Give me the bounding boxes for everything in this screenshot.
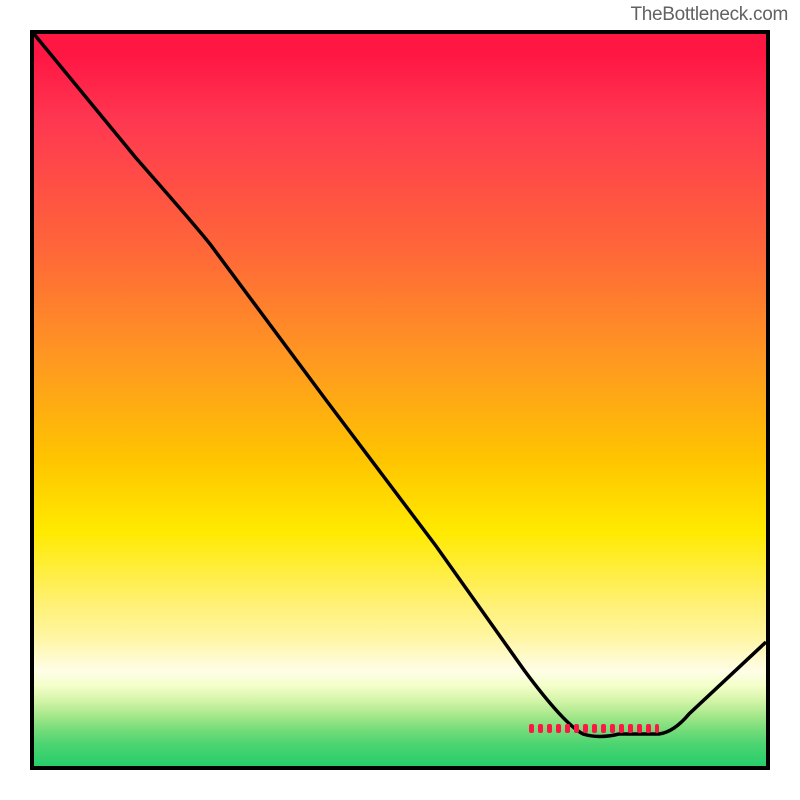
- chart-container: TheBottleneck.com: [0, 0, 800, 800]
- optimal-zone-marker: [529, 724, 659, 733]
- attribution-text: TheBottleneck.com: [630, 4, 788, 26]
- plot-area: [30, 30, 770, 770]
- curve-svg: [34, 34, 766, 766]
- bottleneck-curve-line: [34, 34, 766, 737]
